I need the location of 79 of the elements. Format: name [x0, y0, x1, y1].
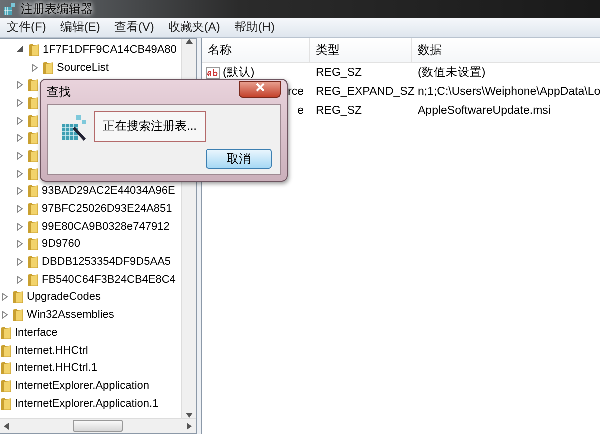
expand-arrow-icon[interactable] [2, 311, 8, 320]
column-header[interactable]: 名称 [202, 38, 310, 63]
menu-item[interactable]: 文件(F) [7, 19, 46, 36]
folder-icon [27, 96, 39, 110]
expand-arrow-icon[interactable] [17, 116, 23, 125]
horizontal-scrollbar[interactable] [0, 418, 196, 433]
table-cell: rce [288, 86, 304, 98]
expand-arrow-icon[interactable] [17, 222, 23, 231]
tree-item[interactable]: FB540C64F3B24CB4E8C4 [42, 274, 176, 286]
expand-arrow-icon[interactable] [17, 258, 23, 266]
tree-item[interactable]: Internet.HHCtrl.1 [15, 362, 98, 374]
tree-item[interactable]: InternetExplorer.Application.1 [15, 398, 159, 410]
menu-item[interactable]: 帮助(H) [234, 19, 275, 36]
table-cell-text: (默认) [223, 66, 255, 80]
folder-icon [28, 42, 40, 57]
expand-arrow-icon[interactable] [17, 152, 23, 160]
table-cell-text: (数值未设置) [417, 66, 487, 81]
tree-item[interactable]: 1F7F1DFF9CA14CB49A80 [43, 44, 177, 56]
folder-icon [27, 78, 39, 92]
expand-arrow-icon[interactable] [17, 240, 23, 248]
table-cell-text: AppleSoftwareUpdate.msi [417, 104, 552, 118]
expand-arrow-icon[interactable] [17, 205, 23, 214]
tree-item[interactable]: DBDB1253354DF9D5AA5 [42, 256, 172, 268]
expand-arrow-icon[interactable] [17, 170, 23, 178]
dialog-title: 查找 [47, 84, 71, 100]
expand-arrow-icon[interactable] [2, 293, 8, 302]
registry-icon [3, 2, 17, 16]
menu-item[interactable]: 收藏夹(A) [168, 19, 220, 36]
window-title: 注册表编辑器 [21, 0, 93, 18]
table-cell-text: REG_SZ [315, 104, 364, 118]
menu-item[interactable]: 查看(V) [114, 19, 154, 36]
tree-item[interactable]: SourceList [57, 62, 109, 74]
expand-arrow-icon[interactable] [17, 187, 23, 196]
cancel-button[interactable]: 取消 [206, 149, 272, 169]
folder-icon [27, 255, 39, 270]
expand-arrow-icon[interactable] [32, 64, 38, 72]
folder-icon [12, 308, 24, 322]
folder-icon [27, 202, 39, 216]
folder-icon [27, 272, 39, 287]
menu-item[interactable]: 编辑(E) [60, 19, 100, 36]
scroll-right-icon[interactable] [187, 422, 192, 430]
folder-icon [27, 131, 39, 146]
expand-arrow-icon[interactable] [17, 276, 23, 284]
folder-icon [27, 114, 39, 128]
tree-item[interactable]: Internet.HHCtrl [15, 344, 88, 357]
folder-icon [27, 220, 39, 234]
status-message: 正在搜索注册表... [94, 111, 206, 142]
table-cell: e [298, 104, 304, 116]
folder-icon [27, 148, 39, 163]
tree-item[interactable]: UpgradeCodes [27, 291, 101, 304]
tree-item[interactable]: 97BFC25026D93E24A851 [42, 203, 172, 216]
tree-item[interactable]: 9D9760 [42, 238, 81, 250]
table-cell-text: n;1;C:\Users\Weiphone\AppData\Lo [417, 84, 600, 100]
tree-item[interactable]: 99E80CA9B0328e747912 [42, 220, 170, 233]
expand-arrow-icon[interactable] [17, 134, 23, 142]
folder-icon [0, 344, 12, 358]
tree-item[interactable]: InternetExplorer.Application [15, 380, 150, 392]
folder-icon [0, 326, 12, 340]
string-value-icon [206, 66, 220, 78]
collapse-arrow-icon[interactable] [17, 46, 24, 54]
expand-arrow-icon[interactable] [17, 81, 23, 90]
folder-icon [0, 396, 12, 411]
scroll-left-icon[interactable] [4, 422, 9, 430]
folder-icon [12, 290, 24, 304]
folder-icon [27, 166, 39, 181]
close-icon [256, 83, 264, 92]
tree-item[interactable]: 93BAD29AC2E44034A96E [42, 185, 176, 198]
folder-icon [27, 237, 39, 252]
table-cell-text: REG_SZ [315, 66, 364, 80]
folder-icon [42, 60, 54, 75]
folder-icon [0, 378, 12, 393]
close-button[interactable] [239, 80, 281, 98]
table-cell-text: REG_EXPAND_SZ [315, 84, 412, 100]
tree-item[interactable]: Interface [15, 326, 58, 339]
folder-icon [27, 184, 39, 198]
tree-item[interactable]: Win32Assemblies [27, 309, 114, 322]
folder-icon [0, 361, 12, 376]
expand-arrow-icon[interactable] [17, 98, 23, 107]
column-header[interactable]: 类型 [310, 38, 412, 63]
